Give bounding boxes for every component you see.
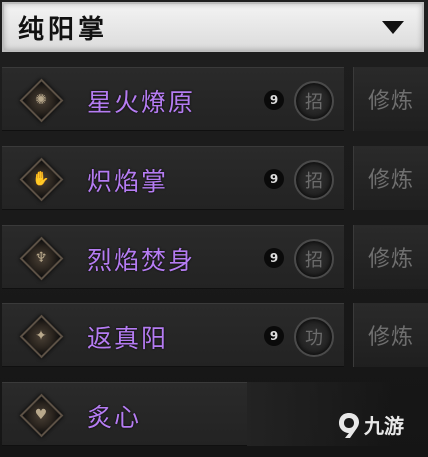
cultivate-button[interactable]: 修炼	[353, 303, 428, 367]
chevron-down-icon[interactable]	[382, 20, 404, 34]
true-yang-icon: ✦	[19, 314, 63, 358]
skill-row[interactable]: ♥ 炙心	[2, 382, 247, 446]
flame-palm-icon: ✋	[19, 157, 63, 201]
dropdown-selected-value: 纯阳掌	[18, 14, 109, 45]
cultivate-button[interactable]: 修炼	[353, 225, 428, 289]
skill-panel: 纯阳掌 ✺ 星火燎原 9 招 修炼 ✋ 炽焰掌 9 招 修炼 ♆ 烈焰焚身 9 …	[0, 0, 428, 457]
skill-name: 炙心	[87, 403, 142, 432]
skill-name: 烈焰焚身	[87, 246, 196, 275]
nine-game-logo-icon	[339, 412, 359, 438]
cultivate-button[interactable]: 修炼	[353, 146, 428, 210]
skill-row[interactable]: ✺ 星火燎原 9 招	[2, 67, 344, 131]
heart-icon: ♥	[19, 393, 63, 437]
skill-set-dropdown[interactable]: 纯阳掌	[2, 2, 424, 52]
skill-name: 返真阳	[87, 324, 169, 353]
cultivate-button[interactable]: 修炼	[353, 67, 428, 131]
skill-level-badge: 9	[264, 248, 284, 268]
skill-row[interactable]: ♆ 烈焰焚身 9 招	[2, 225, 344, 289]
skill-type-badge: 招	[294, 160, 334, 200]
watermark: 九游	[336, 410, 404, 439]
skill-row[interactable]: ✋ 炽焰掌 9 招	[2, 146, 344, 210]
skill-type-badge: 招	[294, 239, 334, 279]
skill-level-badge: 9	[264, 326, 284, 346]
skill-name: 炽焰掌	[87, 167, 169, 196]
flame-burst-icon: ✺	[19, 78, 63, 122]
skill-type-badge: 功	[294, 317, 334, 357]
skill-level-badge: 9	[264, 169, 284, 189]
skill-level-badge: 9	[264, 90, 284, 110]
burning-body-icon: ♆	[19, 236, 63, 280]
skill-row[interactable]: ✦ 返真阳 9 功	[2, 303, 344, 367]
skill-name: 星火燎原	[87, 88, 196, 117]
skill-type-badge: 招	[294, 81, 334, 121]
watermark-text: 九游	[364, 414, 404, 438]
